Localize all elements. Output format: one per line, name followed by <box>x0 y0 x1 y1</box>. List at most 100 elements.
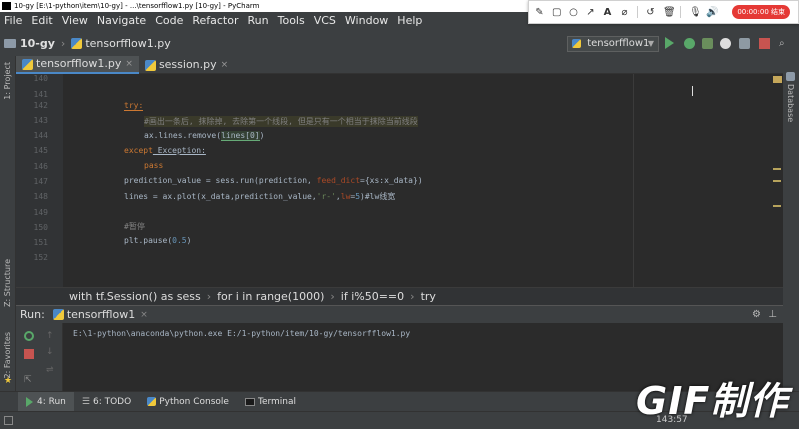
tab-python-console[interactable]: Python Console <box>139 392 237 412</box>
close-icon[interactable]: × <box>140 310 148 320</box>
profile-icon[interactable] <box>720 38 731 49</box>
menu-tools[interactable]: Tools <box>278 12 305 30</box>
tab-terminal[interactable]: Terminal <box>237 392 304 412</box>
circle-icon[interactable]: ○ <box>569 7 578 17</box>
coverage-icon[interactable] <box>702 38 713 49</box>
menu-run[interactable]: Run <box>248 12 269 30</box>
run-config-label: tensorfflow1 <box>587 38 650 49</box>
screen-recorder-toolbar: ✎ ▢ ○ ↗ A ⌀ ↺ 🗑 🎙 🔊 00:00:00 结束 <box>528 0 799 24</box>
delete-icon[interactable]: 🗑 <box>663 7 676 17</box>
right-tool-strip: Database <box>783 56 799 391</box>
menu-help[interactable]: Help <box>397 12 422 30</box>
warning-stripe <box>773 180 781 182</box>
code-token: prediction_value = sess.run(prediction, <box>124 176 317 185</box>
nav-separator-icon: › <box>60 36 66 50</box>
breadcrumb-item[interactable]: try <box>421 290 436 303</box>
run-tab[interactable]: tensorfflow1 <box>67 308 135 321</box>
left-tool-strip: 1: Project Z: Structure 2: Favorites ★ <box>0 56 16 391</box>
search-icon[interactable]: ⌕ <box>779 38 790 49</box>
chevron-down-icon: ▼ <box>647 39 654 48</box>
menu-code[interactable]: Code <box>155 12 183 30</box>
code-token: )#lw线宽 <box>360 192 396 201</box>
tab-label: 4: Run <box>37 396 66 407</box>
nav-file[interactable]: tensorfflow1.py <box>85 37 170 50</box>
breadcrumb-item[interactable]: if i%50==0 <box>341 290 404 303</box>
menu-edit[interactable]: Edit <box>31 12 52 30</box>
code-token: ) <box>186 236 192 245</box>
line-number: 147 <box>33 177 48 186</box>
console-line: E:\1-python\anaconda\python.exe E:/1-pyt… <box>73 329 411 338</box>
python-file-icon <box>572 38 581 48</box>
database-tool-tab[interactable]: Database <box>786 84 795 122</box>
undo-icon[interactable]: ↺ <box>646 7 655 17</box>
code-line-146: pass <box>144 161 163 170</box>
menu-file[interactable]: File <box>4 12 22 30</box>
tab-label: Python Console <box>159 396 229 407</box>
tab-run[interactable]: 4: Run <box>18 391 74 412</box>
star-icon: ★ <box>4 376 13 386</box>
favorites-tool-tab[interactable]: 2: Favorites <box>3 332 12 378</box>
python-file-icon <box>22 58 33 70</box>
database-icon <box>786 72 795 81</box>
code-line-143: #画出一条后, 抹除掉, 去除第一个线段, 但是只有一个相当于抹除当前线段 <box>144 116 418 127</box>
rerun-icon[interactable] <box>24 331 34 341</box>
breadcrumb-item[interactable]: for i in range(1000) <box>217 290 324 303</box>
pencil-icon[interactable]: ✎ <box>535 7 544 17</box>
stop-icon[interactable] <box>24 349 34 359</box>
close-icon[interactable]: × <box>221 56 229 74</box>
gear-icon[interactable]: ⚙ <box>752 309 761 320</box>
todo-icon: ☰ <box>81 396 90 407</box>
code-token: feed_dict <box>316 176 361 185</box>
rectangle-icon[interactable]: ▢ <box>552 7 561 17</box>
recording-timer-button[interactable]: 00:00:00 结束 <box>732 5 790 19</box>
warning-stripe <box>773 205 781 207</box>
tab-session[interactable]: session.py × <box>139 56 234 74</box>
chevron-right-icon: › <box>410 290 415 303</box>
mic-icon[interactable]: 🎙 <box>689 7 702 17</box>
run-icon <box>26 396 33 407</box>
close-icon[interactable]: × <box>125 55 133 73</box>
debug-icon[interactable] <box>684 38 695 49</box>
code-line-145: except Exception: <box>124 146 206 155</box>
watermark-logo: GIF制作 <box>636 370 788 425</box>
menu-refactor[interactable]: Refactor <box>192 12 238 30</box>
concurrency-icon[interactable] <box>739 38 750 49</box>
project-tool-tab[interactable]: 1: Project <box>3 62 12 100</box>
run-icon[interactable] <box>665 37 674 49</box>
code-token: 0.5 <box>172 236 187 245</box>
breadcrumb-item[interactable]: with tf.Session() as sess <box>69 290 201 303</box>
text-icon[interactable]: A <box>603 7 612 17</box>
python-file-icon <box>144 59 156 71</box>
line-number: 141 <box>33 90 48 99</box>
analysis-marker-icon <box>773 76 782 83</box>
structure-tool-tab[interactable]: Z: Structure <box>3 259 12 307</box>
arrow-up-icon[interactable]: ↑ <box>46 331 54 341</box>
run-configuration-select[interactable]: tensorfflow1 ▼ <box>567 36 659 52</box>
code-line-144: ax.lines.remove(lines[0]) <box>144 131 265 141</box>
tab-todo[interactable]: ☰ 6: TODO <box>74 392 139 412</box>
code-line-148: lines = ax.plot(x_data,prediction_value,… <box>124 191 395 202</box>
watermark-text: GIF制作 <box>636 379 789 423</box>
highlighter-icon[interactable]: ⌀ <box>620 7 629 17</box>
editor-tab-bar: tensorfflow1.py × session.py × <box>16 56 783 74</box>
tool-windows-icon[interactable] <box>4 416 13 425</box>
menu-view[interactable]: View <box>62 12 88 30</box>
python-console-icon <box>147 397 157 406</box>
right-margin-guide <box>633 74 634 287</box>
nav-project[interactable]: 10-gy <box>20 37 55 50</box>
code-token: ) <box>259 131 265 140</box>
hide-panel-icon[interactable]: ⊥ <box>768 309 777 320</box>
warning-stripe <box>773 168 781 170</box>
menu-vcs[interactable]: VCS <box>314 12 336 30</box>
pin-icon[interactable]: ⇱ <box>24 375 32 385</box>
arrow-down-icon[interactable]: ↓ <box>46 347 54 357</box>
speaker-icon[interactable]: 🔊 <box>706 7 718 17</box>
soft-wrap-icon[interactable]: ⇌ <box>46 365 54 375</box>
menu-window[interactable]: Window <box>345 12 388 30</box>
tab-label: 6: TODO <box>92 396 132 407</box>
tab-tensorfflow1[interactable]: tensorfflow1.py × <box>16 56 139 74</box>
menu-navigate[interactable]: Navigate <box>97 12 146 30</box>
code-line-142: try: <box>124 101 144 111</box>
arrow-icon[interactable]: ↗ <box>586 7 595 17</box>
stop-icon[interactable] <box>759 38 770 49</box>
